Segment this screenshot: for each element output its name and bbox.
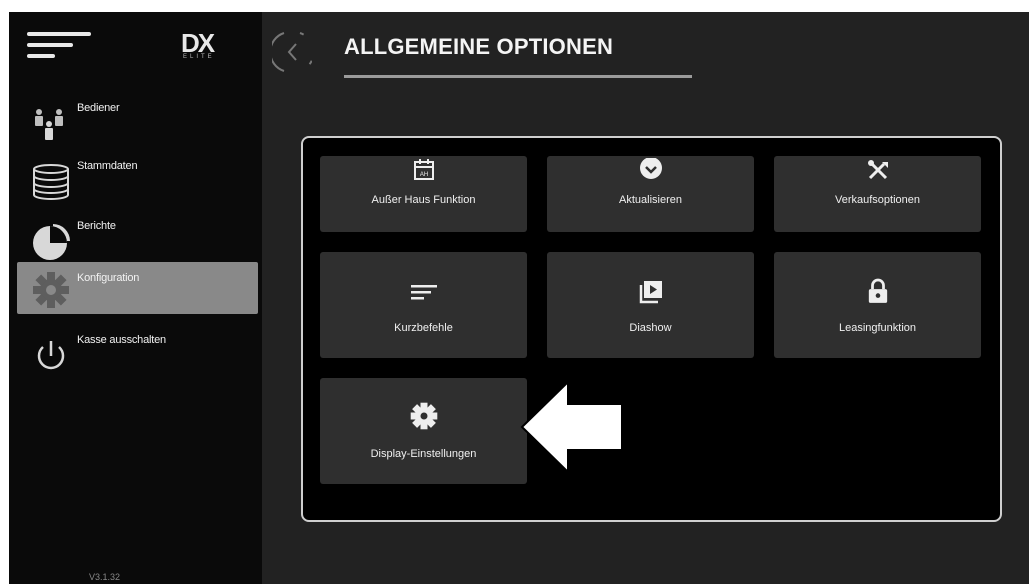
tile-label: Leasingfunktion: [838, 322, 917, 334]
calendar-icon-text: AH: [419, 172, 427, 178]
sidebar-item-label: Bediener: [77, 102, 120, 114]
tile-label: Display-Einstellungen: [370, 448, 477, 460]
pie-chart-icon: [33, 224, 70, 260]
gear-icon: [410, 402, 437, 430]
tile-ausser-haus-funktion[interactable]: AH Außer Haus Funktion: [320, 156, 527, 232]
tile-verkaufsoptionen[interactable]: Verkaufsoptionen: [774, 156, 981, 232]
sidebar-item-label: Stammdaten: [77, 160, 138, 172]
tile-display-einstellungen[interactable]: Display-Einstellungen: [320, 378, 527, 484]
app-window: DX ELITE Bediener Stammdaten Berichte Ko…: [9, 12, 1029, 584]
sidebar-item-bediener[interactable]: Bediener: [9, 100, 262, 152]
logo: DX ELITE: [181, 28, 215, 60]
tile-label: Kurzbefehle: [394, 322, 453, 334]
annotation-arrow-icon: [520, 380, 623, 474]
update-icon: [639, 158, 662, 179]
power-icon: [37, 341, 65, 370]
lock-icon: [868, 278, 887, 303]
sidebar-item-stammdaten[interactable]: Stammdaten: [9, 158, 262, 210]
tile-label: Diashow: [629, 322, 672, 334]
tools-icon: [867, 160, 888, 180]
version-label: V3.1.32: [89, 572, 121, 582]
tile-leasingfunktion[interactable]: Leasingfunktion: [774, 252, 981, 358]
tile-kurzbefehle[interactable]: Kurzbefehle: [320, 252, 527, 358]
sidebar-item-konfiguration[interactable]: Konfiguration: [17, 262, 258, 314]
options-panel: AH Außer Haus Funktion Aktualisieren Ver…: [301, 136, 1002, 522]
back-button[interactable]: [272, 29, 312, 75]
shortcut-lines-icon: [410, 285, 437, 300]
menu-icon[interactable]: [27, 32, 91, 62]
tile-label: Verkaufsoptionen: [834, 194, 920, 206]
users-icon: [35, 109, 63, 140]
tile-label: Aktualisieren: [619, 194, 682, 206]
slideshow-icon: [639, 281, 662, 304]
tile-diashow[interactable]: Diashow: [547, 252, 754, 358]
tile-label: Außer Haus Funktion: [371, 194, 476, 206]
sidebar-item-label: Konfiguration: [77, 272, 140, 284]
sidebar: DX ELITE Bediener Stammdaten Berichte Ko…: [9, 12, 262, 584]
sidebar-item-label: Kasse ausschalten: [77, 334, 166, 346]
gear-icon: [33, 272, 69, 308]
sidebar-item-label: Berichte: [77, 220, 116, 232]
page-title: ALLGEMEINE OPTIONEN: [344, 34, 614, 59]
main-content: ALLGEMEINE OPTIONEN AH Außer Haus Funkti…: [262, 12, 1029, 584]
title-underline: [344, 75, 692, 78]
sidebar-item-kasse-ausschalten[interactable]: Kasse ausschalten: [9, 332, 262, 384]
calendar-icon: AH: [413, 159, 434, 180]
tile-aktualisieren[interactable]: Aktualisieren: [547, 156, 754, 232]
chevron-left-icon: [287, 43, 297, 61]
database-icon: [33, 164, 69, 200]
